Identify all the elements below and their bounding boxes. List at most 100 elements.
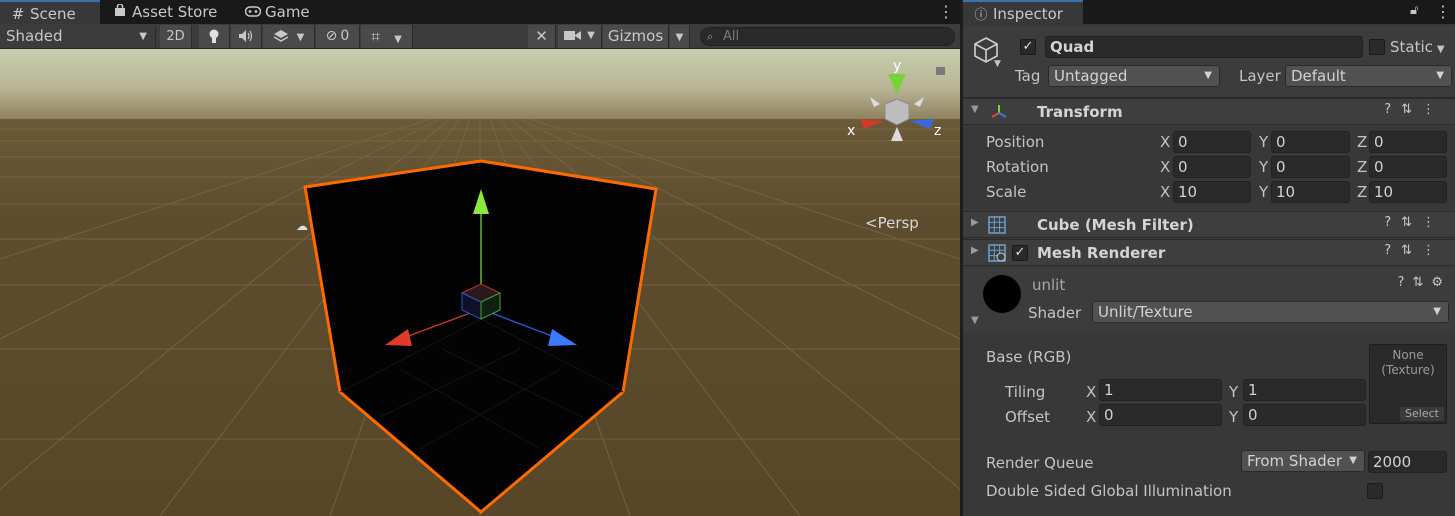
dropdown-arrow-icon: ▼ bbox=[139, 31, 147, 42]
scene-viewport[interactable]: ☁ y x z <Persp bbox=[0, 49, 960, 516]
lock-icon[interactable]: 🔓︎ bbox=[1410, 3, 1418, 18]
object-name-field[interactable]: Quad bbox=[1045, 36, 1363, 58]
scene-render[interactable]: ☁ y x z bbox=[0, 49, 960, 516]
layer-dropdown[interactable]: Default ▼ bbox=[1285, 65, 1452, 87]
hidden-objects-button[interactable]: ⊘ 0 bbox=[316, 25, 360, 48]
offset-label: Offset bbox=[1005, 408, 1051, 426]
inspector-panel: ⓘ Inspector 🔓︎ ⋮ ▼ ✓ Quad Static ▼ Tag Unt… bbox=[963, 0, 1455, 516]
gizmos-button[interactable]: Gizmos bbox=[603, 25, 669, 48]
component-header-icons[interactable]: ?⇅⋮ bbox=[1384, 243, 1445, 258]
rotation-z-field[interactable]: 0 bbox=[1369, 156, 1447, 178]
perspective-icon: < bbox=[865, 214, 878, 232]
material-header-icons[interactable]: ?⇅⚙ bbox=[1398, 275, 1451, 290]
render-queue-mode-value: From Shader bbox=[1247, 452, 1343, 470]
static-label: Static bbox=[1390, 38, 1433, 56]
active-checkbox[interactable]: ✓ bbox=[1020, 39, 1036, 55]
transform-component-header[interactable]: ▼ Transform ?⇅⋮ bbox=[963, 98, 1455, 125]
gizmos-dropdown-button[interactable]: ▼ bbox=[670, 25, 690, 48]
scale-y-field[interactable]: 10 bbox=[1271, 181, 1350, 203]
scene-more-icon[interactable]: ⋮ bbox=[938, 2, 954, 21]
texture-select-button[interactable]: Select bbox=[1400, 407, 1444, 421]
tag-label: Tag bbox=[1015, 67, 1041, 85]
rotation-label: Rotation bbox=[986, 158, 1049, 176]
component-menu-icon[interactable]: ⋮ bbox=[1422, 102, 1445, 117]
static-dropdown[interactable]: Static ▼ bbox=[1390, 38, 1445, 56]
inspector-more-icon[interactable]: ⋮ bbox=[1435, 2, 1451, 21]
position-y-field[interactable]: 0 bbox=[1271, 131, 1350, 153]
offset-x-field[interactable]: 0 bbox=[1099, 404, 1222, 426]
preset-icon[interactable]: ⇅ bbox=[1401, 215, 1422, 230]
render-queue-value-field[interactable]: 2000 bbox=[1368, 451, 1447, 473]
position-z-field[interactable]: 0 bbox=[1369, 131, 1447, 153]
help-icon[interactable]: ? bbox=[1384, 243, 1401, 258]
shading-mode-label: Shaded bbox=[6, 27, 63, 45]
offset-y-field[interactable]: 0 bbox=[1243, 404, 1366, 426]
tab-asset-store[interactable]: Asset Store bbox=[102, 0, 230, 24]
double-sided-gi-checkbox[interactable] bbox=[1367, 483, 1383, 499]
projection-toggle[interactable]: <Persp bbox=[865, 214, 919, 232]
help-icon[interactable]: ? bbox=[1384, 215, 1401, 230]
tools-button[interactable]: ✕ bbox=[528, 25, 556, 48]
preset-icon[interactable]: ⇅ bbox=[1412, 275, 1431, 290]
transform-title: Transform bbox=[1037, 103, 1123, 121]
material-name: unlit bbox=[1032, 276, 1066, 294]
camera-dropdown-button[interactable]: ▼ bbox=[558, 25, 602, 48]
axis-x-label: X bbox=[1160, 183, 1171, 201]
preset-icon[interactable]: ⇅ bbox=[1401, 243, 1422, 258]
mesh-renderer-enabled-checkbox[interactable]: ✓ bbox=[1012, 245, 1028, 261]
axis-y-label: Y bbox=[1259, 158, 1269, 176]
axis-y-label: Y bbox=[1229, 383, 1239, 401]
grid-toggle-button[interactable]: ⌗ ▼ bbox=[361, 25, 413, 48]
scene-panel: # Scene Asset Store Game ⋮ Shaded ▼ 2D ▼ bbox=[0, 0, 960, 516]
scene-toolbar: Shaded ▼ 2D ▼ ⊘ 0 ⌗ ▼ ✕ ▼ Gizmos ▼ ⌕ All bbox=[0, 24, 960, 49]
wrench-cross-icon: ✕ bbox=[535, 27, 548, 45]
rotation-y-field[interactable]: 0 bbox=[1271, 156, 1350, 178]
help-icon[interactable]: ? bbox=[1398, 275, 1413, 290]
settings-gear-icon[interactable]: ⚙ bbox=[1431, 275, 1451, 290]
2d-toggle-button[interactable]: 2D bbox=[160, 25, 192, 48]
foldout-collapsed-icon[interactable]: ▶ bbox=[971, 245, 979, 256]
mesh-filter-component-header[interactable]: ▶ Cube (Mesh Filter) ?⇅⋮ bbox=[963, 211, 1455, 238]
audio-toggle-button[interactable] bbox=[231, 25, 262, 48]
shopping-bag-icon bbox=[112, 0, 128, 24]
component-header-icons[interactable]: ?⇅⋮ bbox=[1384, 102, 1445, 117]
transform-icon bbox=[991, 105, 1007, 118]
dropdown-arrow-icon: ▼ bbox=[1204, 70, 1212, 81]
shading-mode-dropdown[interactable]: Shaded ▼ bbox=[0, 26, 156, 47]
mesh-renderer-component-header[interactable]: ▶ ✓ Mesh Renderer ?⇅⋮ bbox=[963, 239, 1455, 266]
foldout-expanded-icon[interactable]: ▼ bbox=[971, 315, 979, 326]
tiling-y-field[interactable]: 1 bbox=[1243, 379, 1366, 401]
component-menu-icon[interactable]: ⋮ bbox=[1422, 215, 1445, 230]
component-header-icons[interactable]: ?⇅⋮ bbox=[1384, 215, 1445, 230]
tag-dropdown[interactable]: Untagged ▼ bbox=[1048, 65, 1220, 87]
texture-slot[interactable]: None (Texture) Select bbox=[1369, 344, 1447, 424]
lighting-toggle-button[interactable] bbox=[199, 25, 230, 48]
tab-inspector[interactable]: ⓘ Inspector bbox=[963, 0, 1083, 24]
rotation-x-field[interactable]: 0 bbox=[1173, 156, 1251, 178]
shader-dropdown[interactable]: Unlit/Texture ▼ bbox=[1092, 301, 1449, 323]
component-menu-icon[interactable]: ⋮ bbox=[1422, 243, 1445, 258]
preset-icon[interactable]: ⇅ bbox=[1401, 102, 1422, 117]
tiling-x-field[interactable]: 1 bbox=[1099, 379, 1222, 401]
hidden-count: 0 bbox=[340, 28, 350, 44]
icon-dropdown-arrow-icon[interactable]: ▼ bbox=[994, 59, 1001, 69]
static-checkbox[interactable] bbox=[1369, 39, 1385, 55]
tab-scene[interactable]: # Scene bbox=[0, 0, 100, 24]
tab-game[interactable]: Game bbox=[235, 0, 325, 24]
position-x-field[interactable]: 0 bbox=[1173, 131, 1251, 153]
foldout-collapsed-icon[interactable]: ▶ bbox=[971, 217, 979, 228]
light-icon[interactable]: ☁ bbox=[296, 219, 308, 233]
scale-x-field[interactable]: 10 bbox=[1173, 181, 1251, 203]
axis-z-label: Z bbox=[1357, 183, 1368, 201]
base-rgb-label: Base (RGB) bbox=[986, 348, 1072, 366]
scale-row: Scale X 10 Y 10 Z 10 bbox=[963, 180, 1455, 205]
foldout-expanded-icon[interactable]: ▼ bbox=[971, 104, 979, 115]
scale-z-field[interactable]: 10 bbox=[1369, 181, 1447, 203]
effects-dropdown-button[interactable]: ▼ bbox=[263, 25, 315, 48]
gamepad-icon bbox=[244, 0, 262, 24]
render-queue-mode-dropdown[interactable]: From Shader ▼ bbox=[1241, 450, 1365, 472]
search-icon: ⌕ bbox=[707, 30, 714, 43]
scene-search-input[interactable]: ⌕ All bbox=[700, 27, 955, 46]
help-icon[interactable]: ? bbox=[1384, 102, 1401, 117]
axis-z-label: Z bbox=[1357, 133, 1368, 151]
